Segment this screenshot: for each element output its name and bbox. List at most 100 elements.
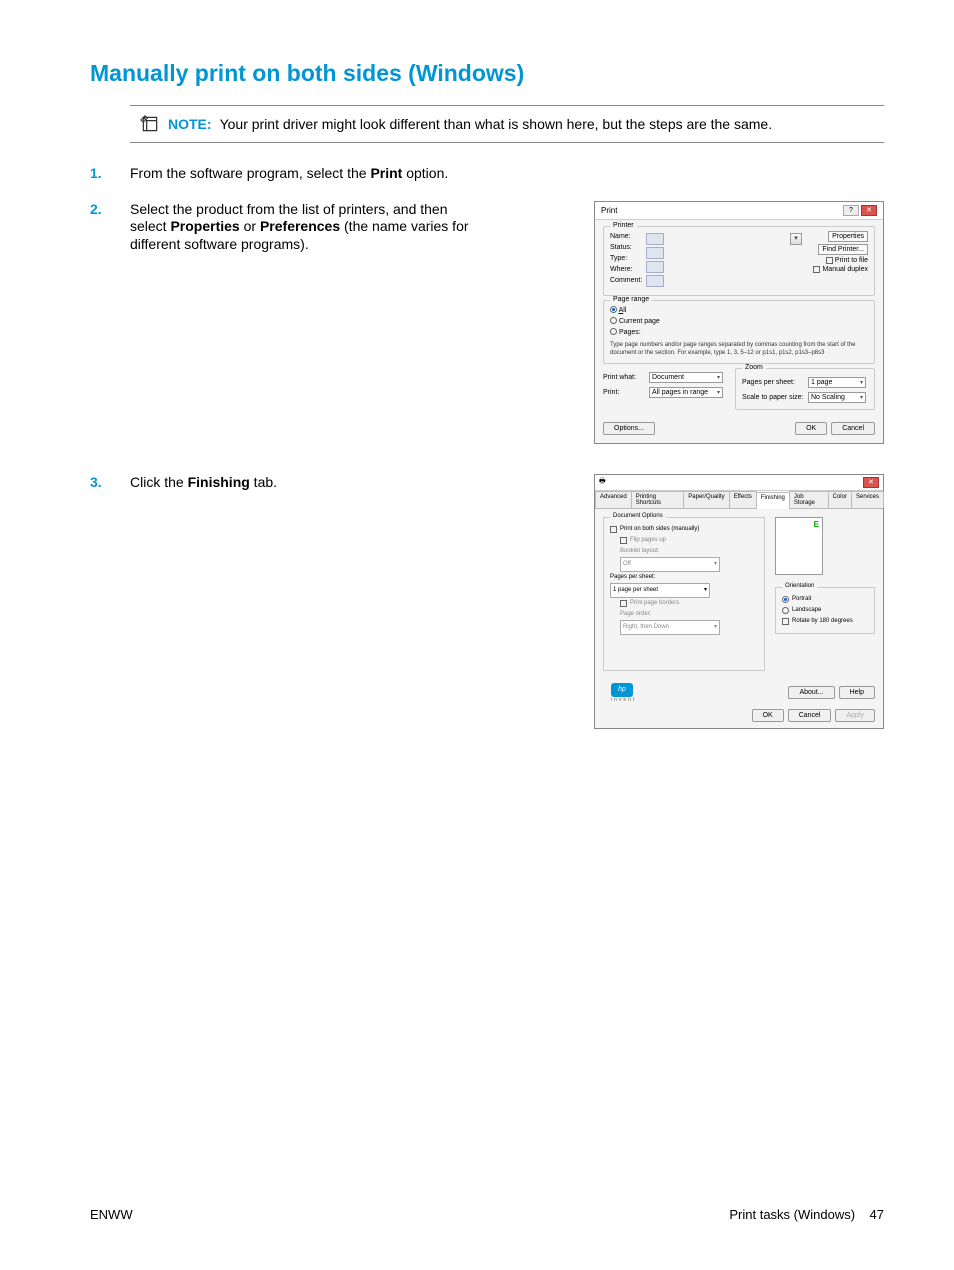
step-3-text-b: tab. — [250, 474, 277, 490]
properties-button[interactable]: Properties — [828, 231, 868, 242]
help-button2[interactable]: Help — [839, 686, 875, 699]
range-all-radio[interactable]: All — [610, 305, 868, 316]
booklet-value: Off — [623, 559, 631, 570]
pages-per-sheet-select[interactable]: 1 page▾ — [808, 377, 866, 388]
print-label: Print: — [603, 389, 645, 396]
comment-label: Comment: — [610, 275, 644, 286]
landscape-radio[interactable]: Landscape — [782, 605, 868, 616]
step-1-text-b: option. — [402, 165, 448, 181]
note-text: Your print driver might look different t… — [220, 116, 773, 132]
scale-value: No Scaling — [811, 394, 845, 401]
printer-select[interactable]: ▾ — [646, 233, 802, 245]
print-borders-checkbox: Print page borders — [620, 598, 758, 609]
tab-advanced[interactable]: Advanced — [595, 491, 632, 508]
step-2-bold-b: Preferences — [260, 218, 340, 234]
pages-per-sheet-value: 1 page — [811, 379, 832, 386]
print-what-select[interactable]: Document▾ — [649, 372, 723, 383]
printer-group-label: Printer — [610, 222, 637, 229]
options-button[interactable]: Options... — [603, 422, 655, 435]
print-both-label: Print on both sides (manually) — [620, 524, 699, 535]
props-ok-button[interactable]: OK — [752, 709, 784, 722]
pages-per-sheet-label2: Pages per sheet: — [610, 572, 758, 583]
step-2-bold-a: Properties — [170, 218, 239, 234]
ok-button[interactable]: OK — [795, 422, 827, 435]
props-titlebar: 🖶 ✕ — [595, 475, 883, 491]
print-to-file-label: Print to file — [835, 257, 868, 264]
step-3-text: Click the Finishing tab. — [130, 474, 470, 492]
all-text: ll — [623, 307, 626, 314]
booklet-layout-label: Booklet layout: — [620, 546, 758, 557]
rotate-checkbox[interactable]: Rotate by 180 degrees — [782, 616, 868, 627]
dialog-titlebar: Print ? ✕ — [595, 202, 883, 220]
print-select[interactable]: All pages in range▾ — [649, 387, 723, 398]
page-heading: Manually print on both sides (Windows) — [90, 60, 884, 87]
manual-duplex-checkbox[interactable]: Manual duplex — [813, 266, 868, 273]
pages-per-sheet-select2[interactable]: 1 page per sheet▾ — [610, 583, 710, 598]
pps-value: 1 page per sheet — [613, 585, 658, 596]
footer-section-label: Print tasks (Windows) — [729, 1207, 855, 1222]
print-what-label: Print what: — [603, 374, 645, 381]
step-1-text: From the software program, select the Pr… — [130, 165, 470, 183]
rotate-label: Rotate by 180 degrees — [792, 616, 853, 627]
help-button[interactable]: ? — [843, 205, 859, 216]
note-icon — [140, 114, 160, 134]
page-order-select: Right, then Down▾ — [620, 620, 720, 635]
tab-services[interactable]: Services — [851, 491, 884, 508]
cancel-button[interactable]: Cancel — [831, 422, 875, 435]
props-close-button[interactable]: ✕ — [863, 477, 879, 488]
note-callout: NOTE: Your print driver might look diffe… — [130, 105, 884, 143]
properties-dialog: 🖶 ✕ Advanced Printing Shortcuts Paper/Qu… — [594, 474, 884, 729]
printer-thumb — [646, 247, 664, 259]
step-2-number: 2. — [90, 201, 130, 217]
step-3-bold: Finishing — [188, 474, 250, 490]
status-label: Status: — [610, 242, 644, 253]
footer-left: ENWW — [90, 1207, 133, 1222]
range-pages-radio[interactable]: Pages: — [610, 327, 868, 338]
range-help-text: Type page numbers and/or page ranges sep… — [610, 341, 868, 357]
close-button[interactable]: ✕ — [861, 205, 877, 216]
props-title-icon: 🖶 — [599, 477, 606, 488]
props-apply-button[interactable]: Apply — [835, 709, 875, 722]
pages-text: Pages: — [619, 329, 641, 336]
find-printer-button[interactable]: Find Printer... — [818, 244, 868, 255]
tab-paper-quality[interactable]: Paper/Quality — [683, 491, 729, 508]
manual-duplex-label: Manual duplex — [822, 266, 868, 273]
print-both-sides-checkbox[interactable]: Print on both sides (manually) — [610, 524, 758, 535]
footer-right: Print tasks (Windows) 47 — [729, 1207, 884, 1222]
zoom-group-label: Zoom — [742, 364, 766, 371]
booklet-layout-select: Off▾ — [620, 557, 720, 572]
pages-per-sheet-label: Pages per sheet: — [742, 379, 804, 386]
step-3-number: 3. — [90, 474, 130, 490]
printer-thumb — [646, 275, 664, 287]
footer-page-number: 47 — [870, 1207, 884, 1222]
note-label: NOTE: — [168, 116, 212, 132]
type-label: Type: — [610, 253, 644, 264]
step-3-text-a: Click the — [130, 474, 188, 490]
tab-printing-shortcuts[interactable]: Printing Shortcuts — [631, 491, 685, 508]
tab-effects[interactable]: Effects — [729, 491, 757, 508]
step-1-text-a: From the software program, select the — [130, 165, 370, 181]
tab-finishing[interactable]: Finishing — [756, 492, 790, 509]
printer-thumb — [646, 261, 664, 273]
range-group-label: Page range — [610, 296, 652, 303]
tab-color[interactable]: Color — [828, 491, 852, 508]
flip-up-label: Flip pages up — [630, 535, 666, 546]
flip-pages-checkbox: Flip pages up — [620, 535, 758, 546]
print-to-file-checkbox[interactable]: Print to file — [826, 257, 868, 264]
dialog-title: Print — [601, 206, 617, 215]
name-label: Name: — [610, 231, 644, 242]
props-cancel-button[interactable]: Cancel — [788, 709, 832, 722]
step-2-text: Select the product from the list of prin… — [130, 201, 470, 254]
scale-select[interactable]: No Scaling▾ — [808, 392, 866, 403]
print-value: All pages in range — [652, 389, 708, 396]
print-borders-label: Print page borders — [630, 598, 679, 609]
portrait-label: Portrait — [792, 594, 811, 605]
page-order-value: Right, then Down — [623, 622, 669, 633]
landscape-label: Landscape — [792, 605, 821, 616]
tab-job-storage[interactable]: Job Storage — [789, 491, 829, 508]
current-text: Current page — [619, 318, 660, 325]
portrait-radio[interactable]: Portrait — [782, 594, 868, 605]
hp-logo-icon: hp — [611, 683, 633, 697]
range-current-radio[interactable]: Current page — [610, 316, 868, 327]
about-button[interactable]: About... — [788, 686, 834, 699]
